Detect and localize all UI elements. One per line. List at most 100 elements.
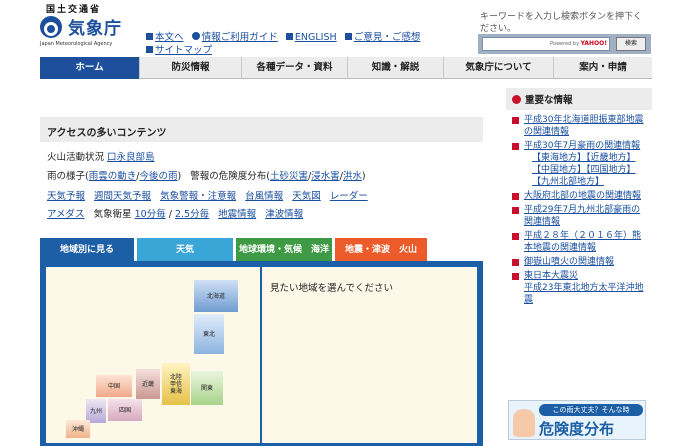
inundation-link[interactable]: 浸水害 [311, 171, 340, 182]
square-bullet-icon [146, 33, 153, 40]
character-illustration [513, 409, 535, 437]
region-hokkaido[interactable]: 北海道 [194, 280, 238, 312]
category-tabs: 地域別に見る 天気 地球環境・気候 海洋 地震・津波 火山 [40, 238, 483, 262]
satellite-10min-link[interactable]: 10分毎 [135, 209, 166, 220]
weekly-forecast-link[interactable]: 週間天気予報 [94, 191, 151, 202]
tab-environment-climate-ocean[interactable]: 地球環境・気候 海洋 [236, 238, 332, 262]
sitemap-link[interactable]: サイトマップ [155, 45, 212, 56]
agency-name-en: Japan Meteorological Agency [40, 41, 113, 47]
region-chugoku[interactable]: 中国 [96, 375, 132, 397]
important-info-list: 平成30年北海道胆振東部地震の関連情報 平成30年7月豪雨の関連情報 【東海地方… [506, 110, 652, 388]
forecast-row: 天気予報 週間天気予報 気象警報・注意報 台風情報 天気図 レーダー [47, 188, 374, 202]
banner-title: 危険度分布 [539, 420, 615, 438]
warnings-link[interactable]: 気象警報・注意報 [160, 191, 236, 202]
region-shikoku[interactable]: 四国 [108, 399, 142, 421]
region-sub-link-2[interactable]: 【中国地方】【四国地方】 [524, 164, 648, 176]
tab-weather[interactable]: 天気 [137, 238, 233, 262]
square-bullet-icon [344, 33, 352, 40]
earthquake-info-link[interactable]: 地震情報 [218, 209, 256, 220]
tab-by-region[interactable]: 地域別に見る [40, 238, 134, 262]
satellite-2-5min-link[interactable]: 2.5分毎 [175, 209, 209, 220]
search-hint: キーワードを入力し検索ボタンを押下ください。 [480, 12, 643, 34]
japan-map: 北海道 東北 関東 北陸 甲信 東海 近畿 中国 四国 九州 沖縄 [46, 267, 260, 443]
jma-logo-icon[interactable] [40, 16, 62, 38]
important-info-title: 重要な情報 [506, 88, 652, 110]
kumamoto-quake-link[interactable]: 平成２８年（２０１６年）熊本地震の関連情報 [524, 231, 641, 253]
hokkaido-quake-link[interactable]: 平成30年北海道胆振東部地震の関連情報 [524, 115, 643, 137]
usage-guide-link[interactable]: 情報ご利用ガイド [202, 32, 278, 43]
nav-home[interactable]: ホーム [40, 57, 140, 79]
weather-forecast-link[interactable]: 天気予報 [47, 191, 85, 202]
risk-distribution-banner[interactable]: この雨大丈夫？そんな時 危険度分布 [508, 400, 646, 440]
typhoon-link[interactable]: 台風情報 [245, 191, 283, 202]
nav-data[interactable]: 各種データ・資料 [242, 57, 348, 79]
region-sub-link-3[interactable]: 【九州北部地方】 [524, 176, 648, 188]
powered-by-label: Powered by [550, 41, 580, 47]
region-hokuriku-koshin-tokai[interactable]: 北陸 甲信 東海 [162, 363, 190, 405]
select-region-prompt: 見たい地域を選んでください [270, 283, 394, 294]
nav-disaster-info[interactable]: 防災情報 [140, 57, 242, 79]
english-link[interactable]: ENGLISH [295, 32, 337, 43]
volcano-label: 火山活動状況 [47, 152, 105, 163]
osaka-quake-link[interactable]: 大阪府北部の地震の関連情報 [524, 191, 641, 201]
feedback-link[interactable]: ご意見・ご感想 [354, 32, 421, 43]
list-item: 平成30年7月豪雨の関連情報 【東海地方】【近畿地方】 【中国地方】【四国地方】… [512, 140, 648, 188]
future-rain-link[interactable]: 今後の雨 [139, 171, 177, 182]
popular-contents: アクセスの多いコンテンツ 火山活動状況 口永良部島 雨の様子(雨雲の動き/今後の… [40, 117, 483, 223]
important-info-label: 重要な情報 [525, 95, 573, 106]
site-header: 国土交通省 気象庁 Japan Meteorological Agency 本文… [0, 0, 690, 60]
volcano-link[interactable]: 口永良部島 [107, 152, 155, 163]
nav-about[interactable]: 気象庁について [444, 57, 554, 79]
utility-nav: 本文へ 情報ご利用ガイド ENGLISH ご意見・ご感想 サイトマップ [146, 31, 446, 57]
flood-link[interactable]: 洪水 [343, 171, 362, 182]
rain-close: ) [177, 171, 182, 182]
region-detail-area: 見たい地域を選んでください [262, 267, 477, 443]
agency-logo-text[interactable]: 気象庁 [68, 14, 122, 39]
great-east-japan-quake-link[interactable]: 東日本大震災 [524, 271, 578, 281]
rain-row: 雨の様子(雨雲の動き/今後の雨) 警報の危険度分布(土砂災害/浸水害/洪水) [47, 168, 366, 182]
tab-earthquake-tsunami-volcano[interactable]: 地震・津波 火山 [335, 238, 427, 262]
july-heavy-rain-link[interactable]: 平成30年7月豪雨の関連情報 [524, 141, 640, 151]
tsunami-info-link[interactable]: 津波情報 [265, 209, 303, 220]
search-input[interactable]: Powered by YAHOO! [482, 37, 610, 51]
info-icon [191, 32, 200, 40]
amedas-link[interactable]: アメダス [47, 209, 85, 220]
radar-link[interactable]: レーダー [330, 191, 368, 202]
nav-knowledge[interactable]: 知識・解説 [348, 57, 444, 79]
important-info-panel: 重要な情報 平成30年北海道胆振東部地震の関連情報 平成30年7月豪雨の関連情報… [506, 88, 652, 388]
observation-row: アメダス 気象衛星 10分毎 / 2.5分毎 地震情報 津波情報 [47, 206, 309, 220]
landslide-link[interactable]: 土砂災害 [270, 171, 308, 182]
region-okinawa[interactable]: 沖縄 [66, 420, 90, 438]
region-kinki[interactable]: 近畿 [136, 369, 160, 399]
region-kanto[interactable]: 関東 [191, 371, 223, 405]
search-button[interactable]: 検索 [616, 37, 646, 51]
banner-tagline: この雨大丈夫？そんな時 [539, 404, 643, 416]
list-item: 平成29年7月九州北部豪雨の関連情報 [512, 204, 648, 228]
region-sub-link-1[interactable]: 【東海地方】【近畿地方】 [524, 152, 648, 164]
satellite-label: 気象衛星 [93, 209, 132, 220]
alert-dot-icon [512, 95, 521, 104]
satellite-separator: / [168, 209, 172, 220]
list-item: 東日本大震災 平成23年東北地方太平洋沖地震 [512, 270, 648, 306]
global-nav: ホーム 防災情報 各種データ・資料 知識・解説 気象庁について 案内・申請 [40, 57, 652, 79]
region-tohoku[interactable]: 東北 [194, 314, 224, 354]
nav-guide[interactable]: 案内・申請 [554, 57, 652, 79]
square-bullet-icon [285, 33, 293, 40]
kyushu-heavy-rain-link[interactable]: 平成29年7月九州北部豪雨の関連情報 [524, 205, 640, 227]
search-box: Powered by YAHOO! 検索 [478, 34, 651, 54]
skip-to-content-link[interactable]: 本文へ [155, 32, 184, 43]
list-item: 平成30年北海道胆振東部地震の関連情報 [512, 114, 648, 138]
yahoo-logo: YAHOO! [580, 40, 607, 47]
rain-label: 雨の様子( [47, 171, 89, 182]
warn-close: ) [361, 171, 366, 182]
list-item: 御嶽山噴火の関連情報 [512, 256, 648, 268]
warning-risk-label: 警報の危険度分布( [190, 171, 270, 182]
rain-cloud-link[interactable]: 雨雲の動き [89, 171, 137, 182]
region-map-panel: 北海道 東北 関東 北陸 甲信 東海 近畿 中国 四国 九州 沖縄 見たい地域を… [40, 261, 483, 446]
ontake-eruption-link[interactable]: 御嶽山噴火の関連情報 [524, 257, 614, 267]
popular-contents-title: アクセスの多いコンテンツ [40, 117, 483, 142]
list-item: 平成２８年（２０１６年）熊本地震の関連情報 [512, 230, 648, 254]
weather-chart-link[interactable]: 天気図 [292, 191, 321, 202]
tohoku-pacific-quake-link[interactable]: 平成23年東北地方太平洋沖地震 [524, 282, 648, 306]
volcano-row: 火山活動状況 口永良部島 [47, 149, 161, 163]
